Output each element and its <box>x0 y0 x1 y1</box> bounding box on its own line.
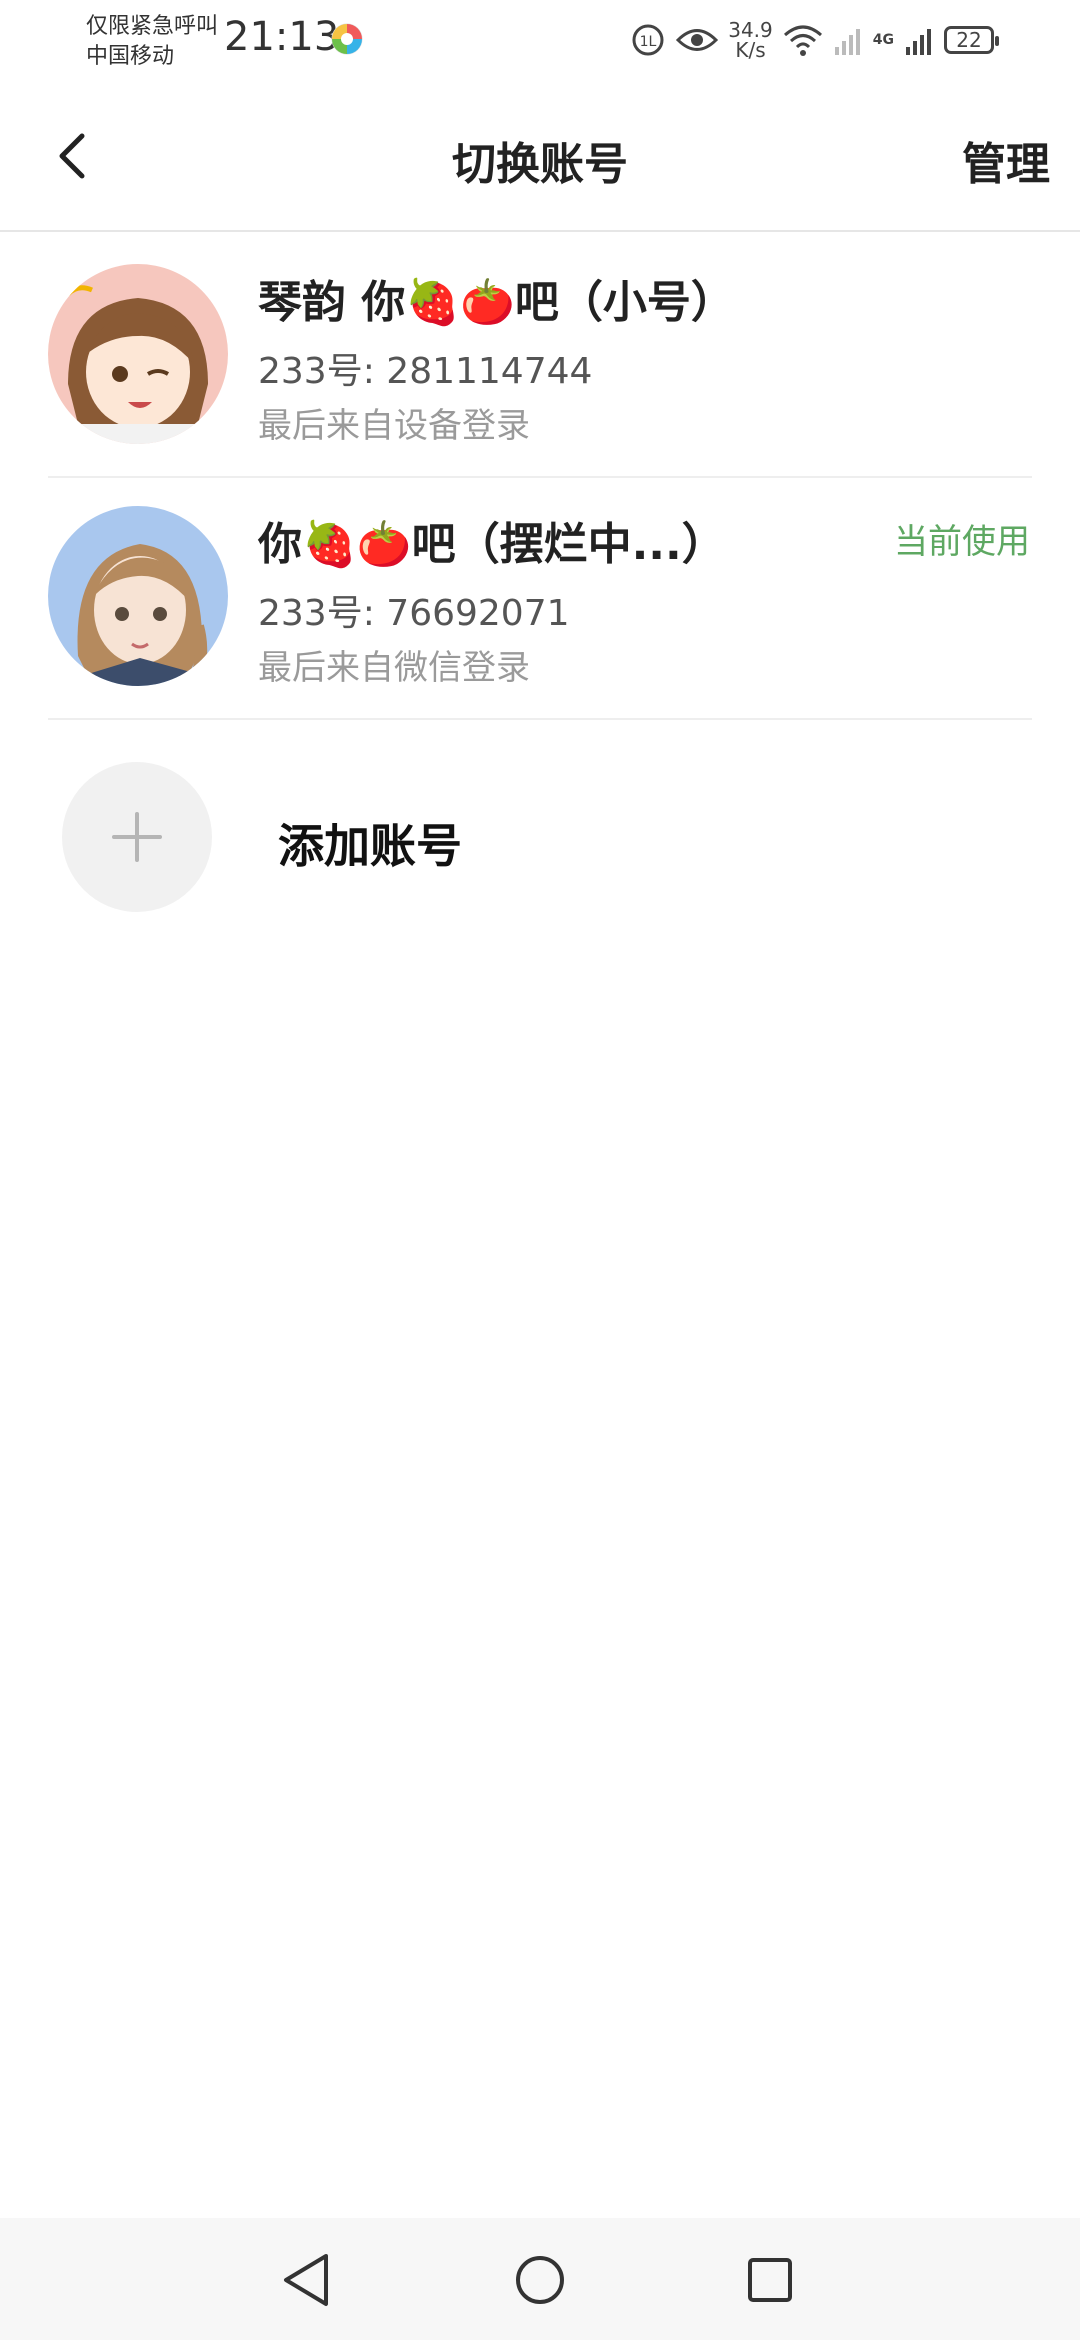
emergency-text: 仅限紧急呼叫 <box>86 14 219 39</box>
signal-icon-sim1 <box>834 29 860 55</box>
status-left: 仅限紧急呼叫 中国移动 <box>86 12 218 72</box>
last-login: 最后来自微信登录 <box>258 648 530 688</box>
page-title: 切换账号 <box>452 139 628 190</box>
carrier-text: 中国移动 <box>86 44 175 69</box>
account-name: 琴韵 你🍓🍅吧（小号） <box>258 277 735 328</box>
network-type: 4G <box>872 32 894 48</box>
system-nav-bar <box>0 2218 1080 2340</box>
account-name: 你🍓🍅吧（摆烂中...） <box>258 519 726 570</box>
app-notification-icon <box>331 23 363 55</box>
account-item[interactable]: 琴韵 你🍓🍅吧（小号） 233号: 281114744 最后来自设备登录 <box>48 236 1032 478</box>
battery-indicator: 22 <box>944 26 999 54</box>
add-account-label: 添加账号 <box>278 819 462 873</box>
signal-icon <box>906 29 931 55</box>
account-id: 233号: 281114744 <box>258 351 593 392</box>
nav-back-icon[interactable] <box>268 2240 348 2320</box>
nav-recents-icon[interactable] <box>730 2240 810 2320</box>
account-id: 233号: 76692071 <box>258 593 570 634</box>
manage-button[interactable]: 管理 <box>962 128 1050 192</box>
nav-home-icon[interactable] <box>500 2240 580 2320</box>
current-account-badge: 当前使用 <box>894 522 1030 562</box>
avatar <box>48 506 228 686</box>
account-item-current[interactable]: 你🍓🍅吧（摆烂中...） 233号: 76692071 最后来自微信登录 当前使… <box>48 478 1032 720</box>
clock: 21:13 <box>224 14 340 60</box>
status-bar: 仅限紧急呼叫 中国移动 21:13 1L 34.9 K/s 4G 22 <box>0 0 1080 80</box>
app-header: 切换账号 管理 <box>0 100 1080 232</box>
speed-value: 34.9 <box>728 18 773 42</box>
last-login: 最后来自设备登录 <box>258 406 530 446</box>
speed-unit: K/s <box>735 38 766 62</box>
eye-icon <box>676 29 719 51</box>
avatar <box>48 264 228 444</box>
add-account-button[interactable]: 添加账号 <box>48 740 1032 940</box>
plus-icon <box>112 812 162 862</box>
data-saver-icon: 1L <box>632 24 664 56</box>
svg-text:1L: 1L <box>640 34 657 50</box>
net-speed: 34.9 K/s <box>728 20 773 60</box>
add-circle <box>62 762 212 912</box>
status-right: 1L 34.9 K/s 4G 22 <box>630 18 999 62</box>
wifi-icon <box>783 25 822 56</box>
